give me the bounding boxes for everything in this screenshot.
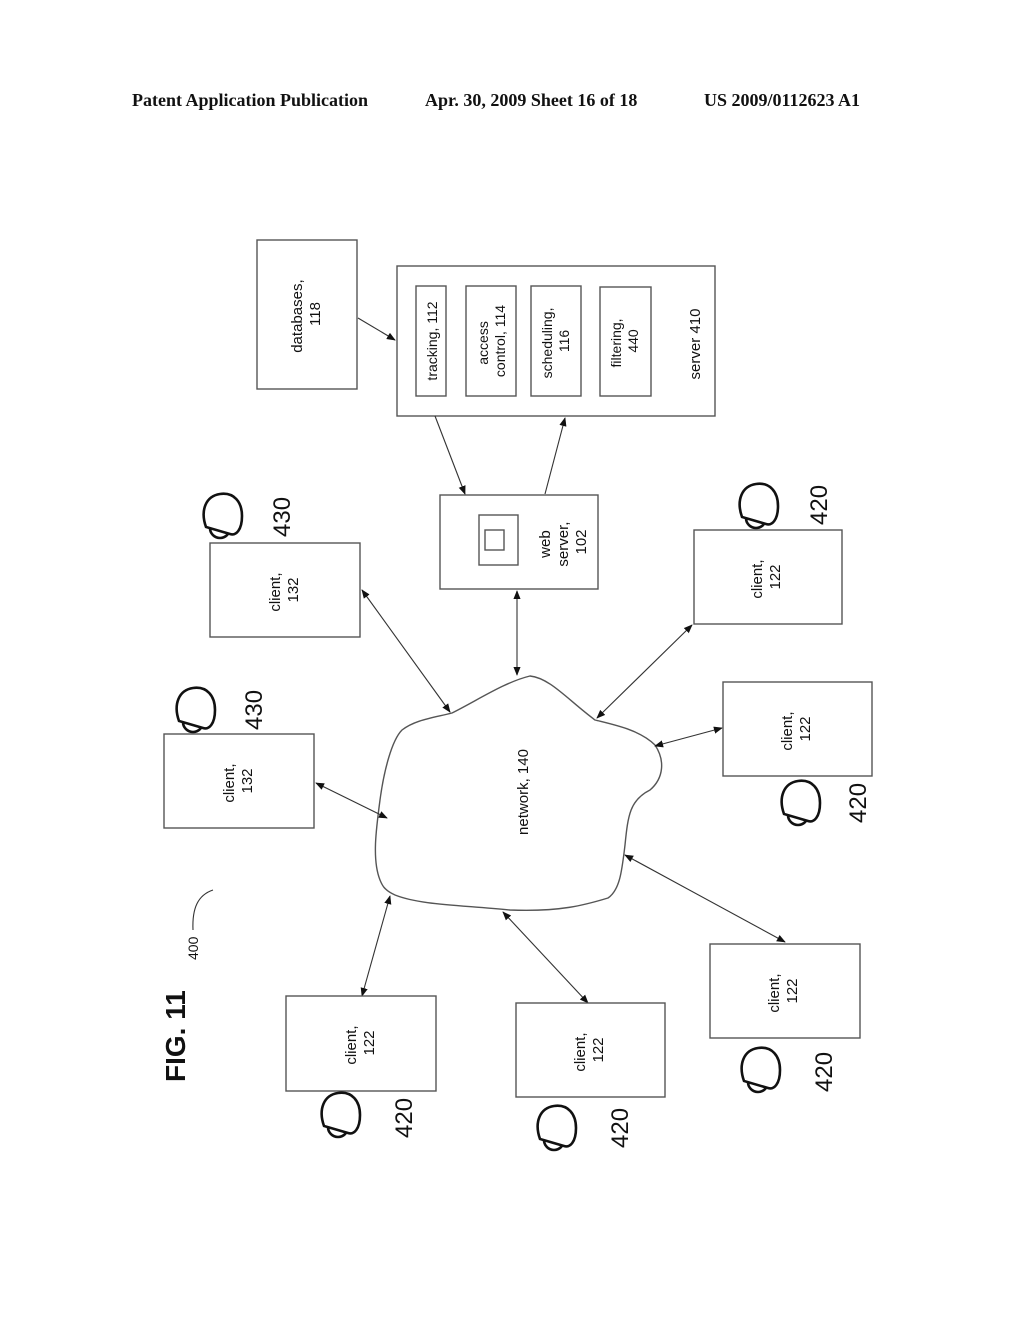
link-client-132a	[361, 589, 451, 713]
figure-label: FIG. 11	[160, 990, 191, 1082]
user-icon	[202, 492, 244, 540]
link-client-132b	[315, 782, 388, 819]
link-server-webserver	[434, 415, 466, 495]
user-icon	[740, 1046, 782, 1094]
user-ref: 420	[391, 1098, 418, 1138]
databases-node: databases, 118	[256, 239, 358, 390]
user-ref: 420	[607, 1108, 634, 1148]
svg-text:network, 140: network, 140	[515, 749, 532, 835]
link-client-122d	[502, 911, 589, 1004]
client-132-left: client, 132 430	[163, 686, 315, 829]
user-icon	[536, 1104, 578, 1152]
svg-text:tracking, 112: tracking, 112	[424, 301, 440, 380]
client-122-bottom-left: client, 122 420	[285, 995, 437, 1139]
network-diagram: FIG. 11 400 databases, 118 tracking, 112…	[160, 239, 873, 1152]
network-cloud: network, 140	[374, 675, 663, 912]
server-module-filtering: filtering, 440	[599, 286, 652, 397]
user-icon	[738, 482, 780, 530]
figure-ref: 400	[185, 936, 201, 960]
server-label: server 410	[687, 309, 704, 380]
link-client-122c	[360, 895, 392, 997]
user-ref: 420	[811, 1052, 838, 1092]
link-client-122b	[654, 726, 723, 748]
client-122-bottom-right: client, 122 420	[709, 943, 861, 1094]
web-server-node: web server, 102	[439, 494, 599, 590]
server-node: tracking, 112 access control, 114 schedu…	[396, 265, 716, 417]
user-ref: 430	[241, 690, 268, 730]
link-webserver-server	[544, 417, 567, 495]
client-122-top-right: client, 122 420	[693, 482, 843, 625]
user-ref: 420	[845, 783, 872, 823]
figure-ref-leader	[192, 889, 214, 931]
server-module-scheduling: scheduling, 116	[530, 285, 582, 397]
link-client-122e	[624, 854, 786, 943]
user-icon	[175, 686, 217, 734]
client-122-bottom-center: client, 122 420	[515, 1002, 666, 1152]
server-module-access-control: access control, 114	[465, 285, 517, 397]
server-module-tracking: tracking, 112	[415, 285, 447, 397]
user-icon	[320, 1091, 362, 1139]
user-ref: 430	[269, 497, 296, 537]
user-ref: 420	[806, 485, 833, 525]
user-icon	[780, 779, 822, 827]
client-122-right: client, 122 420	[722, 681, 873, 827]
client-132-top: client, 132 430	[202, 492, 361, 638]
link-databases-server	[357, 317, 396, 341]
link-client-122a	[596, 624, 693, 719]
